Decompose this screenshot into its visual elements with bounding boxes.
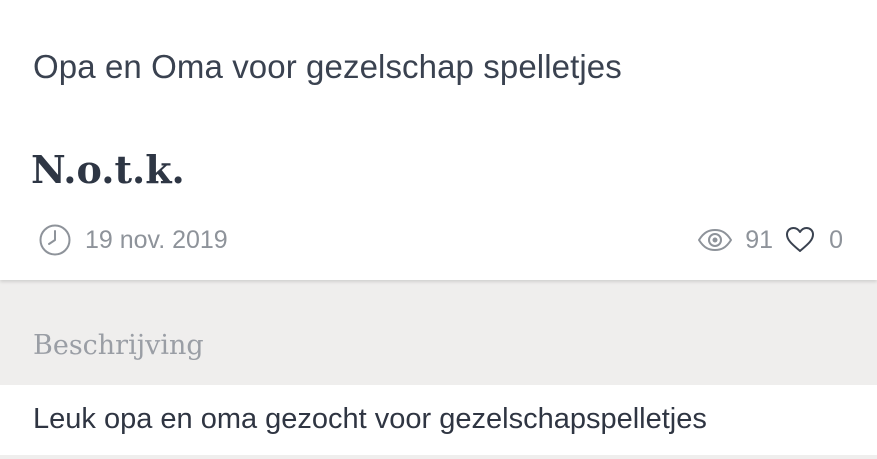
listing-title: Opa en Oma voor gezelschap spelletjes (33, 48, 622, 85)
heart-icon[interactable] (785, 226, 815, 254)
clock-icon (38, 223, 72, 257)
listing-card: Opa en Oma voor gezelschap spelletjes N.… (0, 0, 877, 280)
description-label: Beschrijving (33, 330, 204, 361)
listing-stats: 91 0 (697, 222, 843, 258)
date-group: 19 nov. 2019 (38, 222, 228, 258)
views-count: 91 (745, 225, 774, 254)
listing-date: 19 nov. 2019 (85, 225, 228, 254)
likes-count: 0 (829, 225, 843, 254)
description-text: Leuk opa en oma gezocht voor gezelschaps… (33, 403, 707, 435)
eye-icon (697, 228, 733, 252)
listing-meta: 19 nov. 2019 91 0 (0, 222, 877, 258)
listing-price: N.o.t.k. (31, 147, 185, 192)
